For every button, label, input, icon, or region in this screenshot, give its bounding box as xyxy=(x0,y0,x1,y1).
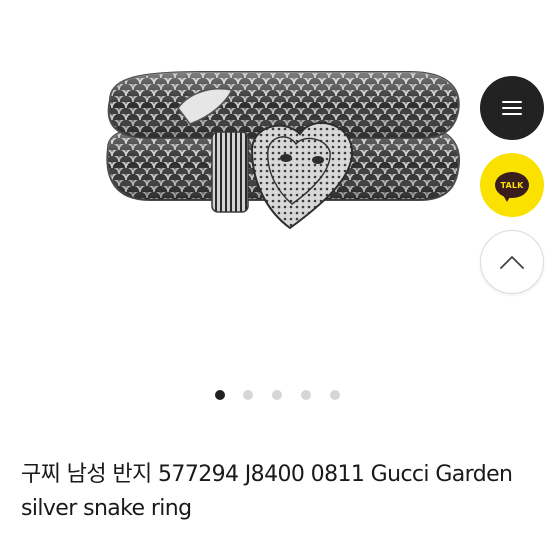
carousel-dot-2[interactable] xyxy=(243,390,253,400)
scroll-to-top-button[interactable] xyxy=(480,230,544,294)
snake-ring-illustration xyxy=(106,71,460,230)
hamburger-menu-icon xyxy=(502,101,522,115)
carousel-dot-1[interactable] xyxy=(215,390,225,400)
product-image[interactable] xyxy=(0,0,555,370)
kakaotalk-icon: TALK xyxy=(495,172,529,202)
kakaotalk-label: TALK xyxy=(500,180,524,190)
chevron-up-icon xyxy=(500,256,524,269)
product-title: 구찌 남성 반지 577294 J8400 0811 Gucci Garden … xyxy=(21,462,513,521)
carousel-dot-5[interactable] xyxy=(330,390,340,400)
carousel-dot-4[interactable] xyxy=(301,390,311,400)
kakaotalk-button[interactable]: TALK xyxy=(480,153,544,217)
carousel-dot-3[interactable] xyxy=(272,390,282,400)
menu-button[interactable] xyxy=(480,76,544,140)
carousel-pagination xyxy=(0,390,555,400)
